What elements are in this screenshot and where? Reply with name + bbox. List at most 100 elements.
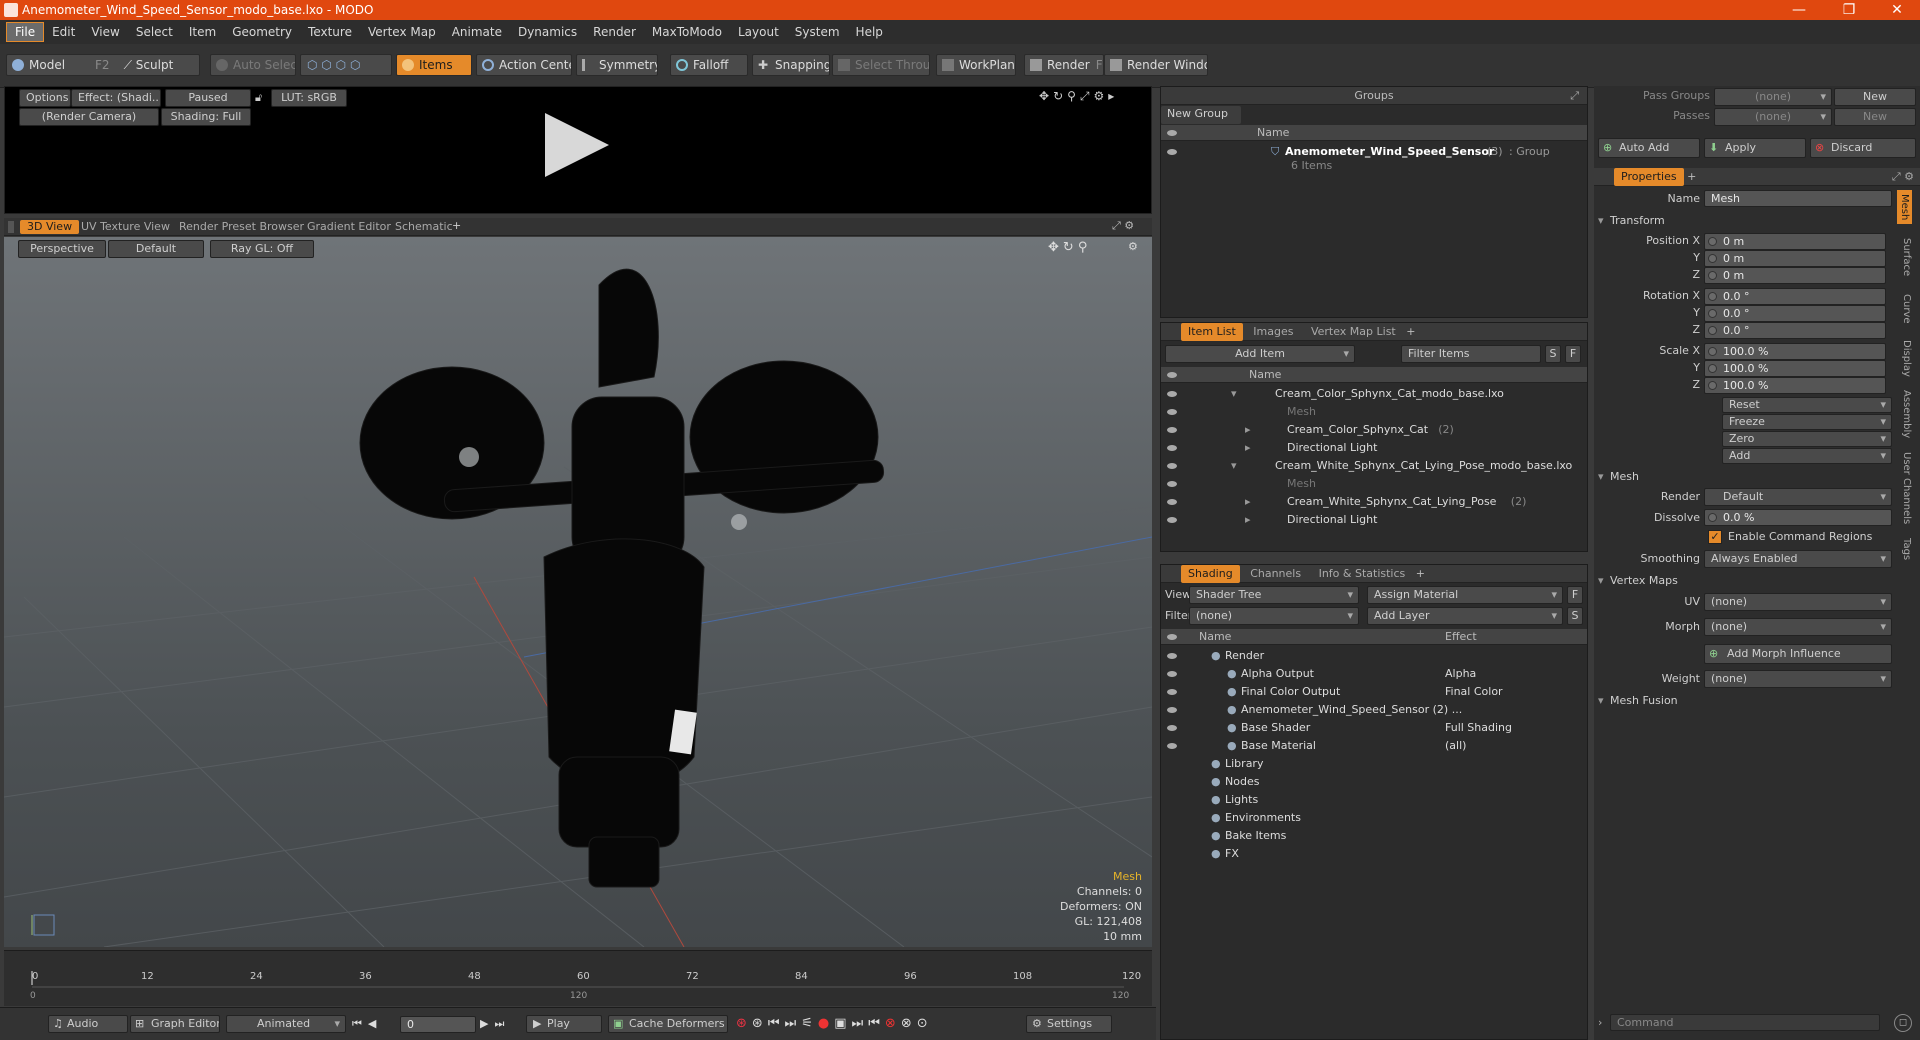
filter-items-input[interactable]: Filter Items bbox=[1401, 345, 1541, 363]
lut-dropdown[interactable]: LUT: sRGB bbox=[271, 89, 347, 107]
viewport-expand-icon[interactable]: ⤢ ⚙ bbox=[1112, 219, 1134, 233]
vtab-assembly[interactable]: Assembly bbox=[1901, 390, 1912, 438]
expand-arrow-icon[interactable]: ▸ bbox=[1245, 439, 1251, 457]
list-item[interactable]: Mesh bbox=[1161, 403, 1587, 421]
workplane-button[interactable]: WorkPlane bbox=[936, 54, 1016, 76]
menu-texture[interactable]: Texture bbox=[300, 23, 360, 41]
list-item[interactable]: ▾ Cream_Color_Sphynx_Cat_modo_base.lxo bbox=[1161, 385, 1587, 403]
table-row[interactable]: ● FX bbox=[1161, 845, 1587, 863]
table-row[interactable]: ● Environments bbox=[1161, 809, 1587, 827]
tab-info-statistics[interactable]: Info & Statistics bbox=[1312, 565, 1413, 583]
shading-s-button[interactable]: S bbox=[1567, 607, 1583, 625]
tab-shading[interactable]: Shading bbox=[1181, 565, 1240, 583]
uv-dropdown[interactable]: (none) bbox=[1704, 593, 1892, 611]
transport-forward-controls[interactable]: ▶⏭ bbox=[480, 1017, 510, 1031]
menu-edit[interactable]: Edit bbox=[44, 23, 83, 41]
render-button[interactable]: RenderF9 bbox=[1024, 54, 1104, 76]
table-row[interactable]: ● Render bbox=[1161, 647, 1587, 665]
vtab-surface[interactable]: Surface bbox=[1901, 238, 1912, 276]
close-button[interactable]: ✕ bbox=[1876, 0, 1918, 20]
visibility-eye-icon[interactable] bbox=[1167, 671, 1177, 677]
play-button[interactable]: ▶ Play bbox=[526, 1015, 602, 1033]
vtab-display[interactable]: Display bbox=[1901, 340, 1912, 377]
menu-file[interactable]: File bbox=[6, 22, 45, 42]
tab-properties[interactable]: Properties bbox=[1614, 168, 1684, 186]
visibility-eye-icon[interactable] bbox=[1167, 409, 1177, 415]
menu-layout[interactable]: Layout bbox=[730, 23, 787, 41]
shading-dropdown[interactable]: Shading: Full bbox=[161, 108, 251, 126]
auto-select-button[interactable]: Auto Select bbox=[210, 54, 296, 76]
add-tab-button[interactable]: + bbox=[1687, 170, 1696, 183]
enable-command-regions-checkbox[interactable]: ✓ bbox=[1708, 530, 1722, 544]
command-input[interactable]: Command bbox=[1610, 1014, 1880, 1031]
add-dropdown[interactable]: Add bbox=[1722, 448, 1892, 464]
group-row[interactable]: ⛉ Anemometer_Wind_Speed_Sensor (3) : Gro… bbox=[1161, 143, 1587, 161]
lock-icon[interactable]: 🔓︎ bbox=[255, 91, 262, 105]
menu-view[interactable]: View bbox=[83, 23, 127, 41]
list-item[interactable]: ▸ Cream_White_Sphynx_Cat_Lying_Pose (2) bbox=[1161, 493, 1587, 511]
viewport-gear-icon[interactable]: ⚙ bbox=[1128, 240, 1138, 253]
table-row[interactable]: ● Lights bbox=[1161, 791, 1587, 809]
table-row[interactable]: ● Alpha Output Alpha bbox=[1161, 665, 1587, 683]
list-item[interactable]: ▾ Cream_White_Sphynx_Cat_Lying_Pose_modo_… bbox=[1161, 457, 1587, 475]
auto-add-button[interactable]: ⊕ Auto Add bbox=[1598, 138, 1700, 158]
model-button[interactable]: Model F2 ⟋ Sculpt bbox=[6, 54, 200, 76]
shading-f-button[interactable]: F bbox=[1567, 586, 1583, 604]
preview-effect-dropdown[interactable]: Effect: (Shadi... bbox=[71, 89, 161, 107]
add-tab-button[interactable]: + bbox=[1416, 567, 1425, 580]
menu-system[interactable]: System bbox=[787, 23, 848, 41]
table-row[interactable]: ● Nodes bbox=[1161, 773, 1587, 791]
play-icon[interactable] bbox=[545, 113, 609, 177]
table-row[interactable]: ● Bake Items bbox=[1161, 827, 1587, 845]
raygl-dropdown[interactable]: Ray GL: Off bbox=[210, 240, 314, 258]
timeline[interactable]: 0 12 24 36 48 60 72 84 96 108 120 0 120 120 bbox=[4, 950, 1152, 1006]
expand-arrow-icon[interactable]: ▸ bbox=[1245, 493, 1251, 511]
3d-viewport[interactable]: Perspective Default Ray GL: Off ✥↻⚲ ⚙ Me… bbox=[4, 237, 1152, 947]
falloff-button[interactable]: Falloff bbox=[670, 54, 748, 76]
tab-images[interactable]: Images bbox=[1246, 323, 1300, 341]
menu-maxtomodo[interactable]: MaxToModo bbox=[644, 23, 730, 41]
tab-schematic[interactable]: Schematic bbox=[388, 220, 460, 234]
add-item-dropdown[interactable]: Add Item bbox=[1165, 345, 1355, 363]
reset-dropdown[interactable]: Reset bbox=[1722, 397, 1892, 413]
visibility-eye-icon[interactable] bbox=[1167, 689, 1177, 695]
shader-item-effect[interactable]: Full Shading bbox=[1445, 719, 1512, 737]
table-row[interactable]: ● Base Material (all) bbox=[1161, 737, 1587, 755]
zero-dropdown[interactable]: Zero bbox=[1722, 431, 1892, 447]
preview-view-controls[interactable]: ✥↻⚲⤢⚙▸ bbox=[1039, 89, 1118, 104]
visibility-eye-icon[interactable] bbox=[1167, 725, 1177, 731]
vtab-tags[interactable]: Tags bbox=[1901, 538, 1912, 560]
vtab-user-channels[interactable]: User Channels bbox=[1901, 452, 1912, 524]
name-field[interactable]: Mesh bbox=[1704, 190, 1892, 207]
visibility-eye-icon[interactable] bbox=[1167, 499, 1177, 505]
material-mode-icon[interactable]: ⬡ bbox=[350, 58, 360, 72]
shader-item-effect[interactable]: Final Color bbox=[1445, 683, 1503, 701]
key-controls[interactable]: ⊛⊛⏮⏭⚟●▣⏭⏮⊗⊗⊙ bbox=[736, 1016, 933, 1031]
pass-groups-dropdown[interactable]: (none) bbox=[1714, 88, 1832, 106]
freeze-dropdown[interactable]: Freeze bbox=[1722, 414, 1892, 430]
transport-back-controls[interactable]: ⏮◀ bbox=[352, 1017, 382, 1031]
menu-animate[interactable]: Animate bbox=[444, 23, 510, 41]
scale-x-field[interactable]: 100.0 % bbox=[1704, 343, 1886, 360]
rotation-z-field[interactable]: 0.0 ° bbox=[1704, 322, 1886, 339]
transform-section[interactable]: Transform bbox=[1594, 212, 1665, 230]
expand-arrow-icon[interactable]: ▸ bbox=[1245, 511, 1251, 529]
new-pass-group-button[interactable]: New bbox=[1834, 88, 1916, 106]
assign-material-dropdown[interactable]: Assign Material bbox=[1367, 586, 1563, 604]
rotation-x-field[interactable]: 0.0 ° bbox=[1704, 288, 1886, 305]
visibility-eye-icon[interactable] bbox=[1167, 391, 1177, 397]
mesh-fusion-section[interactable]: Mesh Fusion bbox=[1594, 692, 1678, 710]
visibility-eye-icon[interactable] bbox=[1167, 653, 1177, 659]
polygon-mode-icon[interactable]: ⬡ bbox=[336, 58, 346, 72]
render-camera-dropdown[interactable]: (Render Camera) bbox=[19, 108, 159, 126]
tab-gradient-editor[interactable]: Gradient Editor bbox=[300, 220, 398, 234]
passes-dropdown[interactable]: (none) bbox=[1714, 108, 1832, 126]
visibility-eye-icon[interactable] bbox=[1167, 445, 1177, 451]
preview-options-button[interactable]: Options bbox=[19, 89, 71, 107]
tab-render-preset-browser[interactable]: Render Preset Browser bbox=[172, 220, 311, 234]
position-y-field[interactable]: 0 m bbox=[1704, 250, 1886, 267]
render-dropdown[interactable]: Default bbox=[1704, 488, 1892, 506]
default-style-dropdown[interactable]: Default bbox=[108, 240, 204, 258]
menu-vertex-map[interactable]: Vertex Map bbox=[360, 23, 444, 41]
graph-editor-button[interactable]: ⊞ Graph Editor bbox=[130, 1015, 220, 1033]
